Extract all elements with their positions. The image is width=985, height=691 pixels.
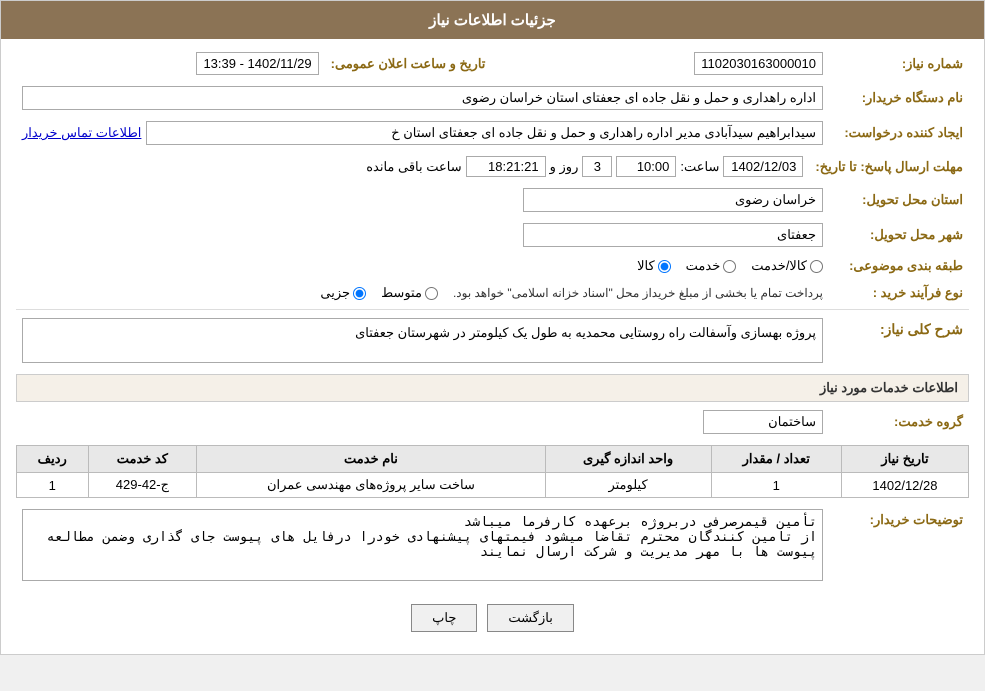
col-row: ردیف (17, 446, 89, 473)
need-description-label: شرح کلی نیاز: (829, 315, 969, 366)
cell-count: 1 (711, 473, 841, 498)
response-deadline-cell: 1402/12/03 ساعت: 10:00 3 روز و 18:21:21 … (16, 153, 809, 180)
need-number-value: 1102030163000010 (694, 52, 823, 75)
info-table-need-desc: شرح کلی نیاز: پروژه بهسازی وآسفالت راه ر… (16, 315, 969, 366)
cell-code: ج-42-429 (88, 473, 197, 498)
button-row: بازگشت چاپ (16, 592, 969, 644)
service-group-cell: ساختمان (16, 407, 829, 437)
info-table-buyer: نام دستگاه خریدار: اداره راهداری و حمل و… (16, 83, 969, 113)
cell-unit: کیلومتر (545, 473, 711, 498)
delivery-city-cell: جعفتای (16, 220, 829, 250)
classification-kala-label: کالا (637, 258, 655, 274)
response-time-label: ساعت: (680, 159, 719, 175)
delivery-province-value: خراسان رضوی (523, 188, 823, 212)
requester-label: ایجاد کننده درخواست: (829, 118, 969, 148)
requester-value: سیدابراهیم سیدآبادی مدیر اداره راهداری و… (146, 121, 823, 145)
info-table-buyer-desc: توضیحات خریدار: (16, 506, 969, 587)
classification-kala-khadamat-label: کالا/خدمت (751, 258, 807, 274)
radio-jozii[interactable]: جزیی (320, 285, 366, 301)
page-header: جزئیات اطلاعات نیاز (1, 1, 984, 39)
buyer-desc-textarea (22, 509, 823, 581)
page-container: جزئیات اطلاعات نیاز شماره نیاز: 11020301… (0, 0, 985, 655)
announce-datetime-cell: 1402/11/29 - 13:39 (16, 49, 325, 78)
info-table-service-group: گروه خدمت: ساختمان (16, 407, 969, 437)
classification-khadamat-label: خدمت (686, 258, 721, 274)
purchase-jozii-label: جزیی (320, 285, 350, 301)
response-remaining-value: 18:21:21 (466, 156, 546, 177)
services-table: تاریخ نیاز تعداد / مقدار واحد اندازه گیر… (16, 445, 969, 498)
content-area: شماره نیاز: 1102030163000010 تاریخ و ساع… (1, 39, 984, 654)
buyer-desc-cell (16, 506, 829, 587)
purchase-type-label: نوع فرآیند خرید : (829, 282, 969, 304)
need-number-label: شماره نیاز: (829, 49, 969, 78)
response-date-value: 1402/12/03 (723, 156, 803, 177)
need-description-cell: پروژه بهسازی وآسفالت راه روستایی محمدیه … (16, 315, 829, 366)
page-title: جزئیات اطلاعات نیاز (429, 12, 556, 29)
need-number-cell: 1102030163000010 (505, 49, 829, 78)
info-table-city: شهر محل تحویل: جعفتای (16, 220, 969, 250)
service-group-label: گروه خدمت: (829, 407, 969, 437)
info-table-top: شماره نیاز: 1102030163000010 تاریخ و ساع… (16, 49, 969, 78)
cell-row: 1 (17, 473, 89, 498)
response-days-value: 3 (582, 156, 612, 177)
buyer-org-value: اداره راهداری و حمل و نقل جاده ای جعفتای… (22, 86, 823, 110)
response-time-value: 10:00 (616, 156, 676, 177)
table-row: 1402/12/28 1 کیلومتر ساخت سایر پروژه‌های… (17, 473, 969, 498)
radio-kala-khadamat[interactable]: کالا/خدمت (751, 258, 823, 274)
print-button[interactable]: چاپ (411, 604, 477, 632)
buyer-org-cell: اداره راهداری و حمل و نقل جاده ای جعفتای… (16, 83, 829, 113)
info-table-requester: ایجاد کننده درخواست: سیدابراهیم سیدآبادی… (16, 118, 969, 148)
info-table-province: استان محل تحویل: خراسان رضوی (16, 185, 969, 215)
col-date: تاریخ نیاز (841, 446, 968, 473)
requester-cell: سیدابراهیم سیدآبادی مدیر اداره راهداری و… (16, 118, 829, 148)
info-table-deadline: مهلت ارسال پاسخ: تا تاریخ: 1402/12/03 سا… (16, 153, 969, 180)
col-unit: واحد اندازه گیری (545, 446, 711, 473)
services-info-header: اطلاعات خدمات مورد نیاز (16, 374, 969, 402)
delivery-province-label: استان محل تحویل: (829, 185, 969, 215)
info-table-classification: طبقه بندی موضوعی: کالا/خدمت خدمت (16, 255, 969, 277)
need-description-value: پروژه بهسازی وآسفالت راه روستایی محمدیه … (355, 325, 816, 340)
buyer-desc-label: توضیحات خریدار: (829, 506, 969, 587)
purchase-note: پرداخت تمام یا بخشی از مبلغ خریداز محل "… (453, 286, 823, 300)
response-remaining-label: ساعت باقی مانده (366, 159, 461, 175)
classification-cell: کالا/خدمت خدمت کالا (16, 255, 829, 277)
buyer-org-label: نام دستگاه خریدار: (829, 83, 969, 113)
response-deadline-label: مهلت ارسال پاسخ: تا تاریخ: (809, 153, 969, 180)
divider-1 (16, 309, 969, 310)
col-count: تعداد / مقدار (711, 446, 841, 473)
announce-datetime-value: 1402/11/29 - 13:39 (196, 52, 318, 75)
classification-label: طبقه بندی موضوعی: (829, 255, 969, 277)
delivery-city-value: جعفتای (523, 223, 823, 247)
radio-motavasset[interactable]: متوسط (381, 285, 438, 301)
radio-kala[interactable]: کالا (637, 258, 671, 274)
purchase-type-cell: پرداخت تمام یا بخشی از مبلغ خریداز محل "… (16, 282, 829, 304)
announce-datetime-label: تاریخ و ساعت اعلان عمومی: (325, 49, 506, 78)
col-name: نام خدمت (197, 446, 545, 473)
requester-link[interactable]: اطلاعات تماس خریدار (22, 125, 141, 141)
response-days-label: روز و (550, 159, 579, 175)
col-code: کد خدمت (88, 446, 197, 473)
info-table-purchase-type: نوع فرآیند خرید : پرداخت تمام یا بخشی از… (16, 282, 969, 304)
radio-khadamat[interactable]: خدمت (686, 258, 737, 274)
service-group-value: ساختمان (703, 410, 823, 434)
purchase-motavasset-label: متوسط (381, 285, 422, 301)
delivery-city-label: شهر محل تحویل: (829, 220, 969, 250)
cell-date: 1402/12/28 (841, 473, 968, 498)
cell-name: ساخت سایر پروژه‌های مهندسی عمران (197, 473, 545, 498)
delivery-province-cell: خراسان رضوی (16, 185, 829, 215)
back-button[interactable]: بازگشت (487, 604, 573, 632)
